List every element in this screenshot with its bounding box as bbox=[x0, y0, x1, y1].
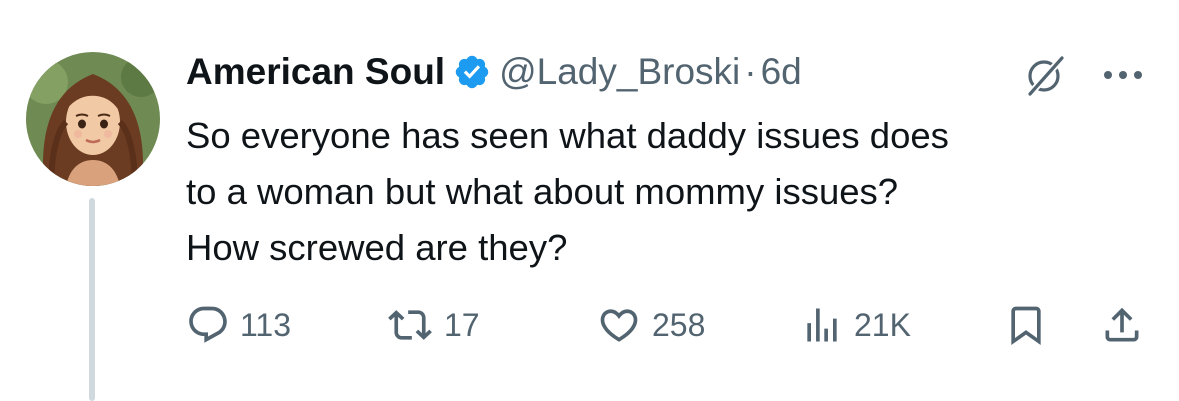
repost-count: 17 bbox=[444, 306, 480, 343]
share-icon bbox=[1105, 307, 1139, 342]
tweet-header: American Soul @Lady_Broski · 6d bbox=[186, 48, 802, 96]
heart-icon bbox=[600, 309, 638, 342]
author-handle[interactable]: @Lady_Broski bbox=[499, 51, 740, 93]
reply-button[interactable]: 113 bbox=[186, 300, 291, 350]
reply-icon bbox=[189, 306, 227, 343]
tweet-text-line: So everyone has seen what daddy issues d… bbox=[186, 115, 949, 156]
bookmark-button[interactable] bbox=[1004, 300, 1048, 350]
tweet-text-line: How screwed are they? bbox=[186, 227, 568, 268]
verified-badge-icon[interactable] bbox=[453, 53, 491, 91]
avatar[interactable] bbox=[26, 52, 160, 186]
more-options-icon[interactable] bbox=[1100, 60, 1146, 90]
grok-icon[interactable] bbox=[1022, 52, 1068, 98]
tweet-text: So everyone has seen what daddy issues d… bbox=[186, 108, 1161, 276]
views-icon bbox=[807, 308, 837, 342]
view-count: 21K bbox=[854, 306, 911, 343]
action-bar: 113 17 258 21K bbox=[0, 300, 1179, 350]
author-name[interactable]: American Soul bbox=[186, 51, 445, 93]
avatar-illustration bbox=[26, 52, 160, 186]
timestamp[interactable]: 6d bbox=[761, 51, 802, 93]
like-button[interactable]: 258 bbox=[596, 300, 705, 350]
views-button[interactable]: 21K bbox=[800, 300, 911, 350]
like-count: 258 bbox=[652, 306, 706, 343]
bookmark-icon bbox=[1011, 306, 1041, 346]
tweet-text-line: to a woman but what about mommy issues? bbox=[186, 171, 899, 212]
reply-count: 113 bbox=[240, 306, 292, 343]
repost-icon bbox=[388, 310, 432, 340]
repost-button[interactable]: 17 bbox=[386, 300, 480, 350]
separator-dot: · bbox=[744, 51, 757, 92]
share-button[interactable] bbox=[1100, 300, 1144, 350]
